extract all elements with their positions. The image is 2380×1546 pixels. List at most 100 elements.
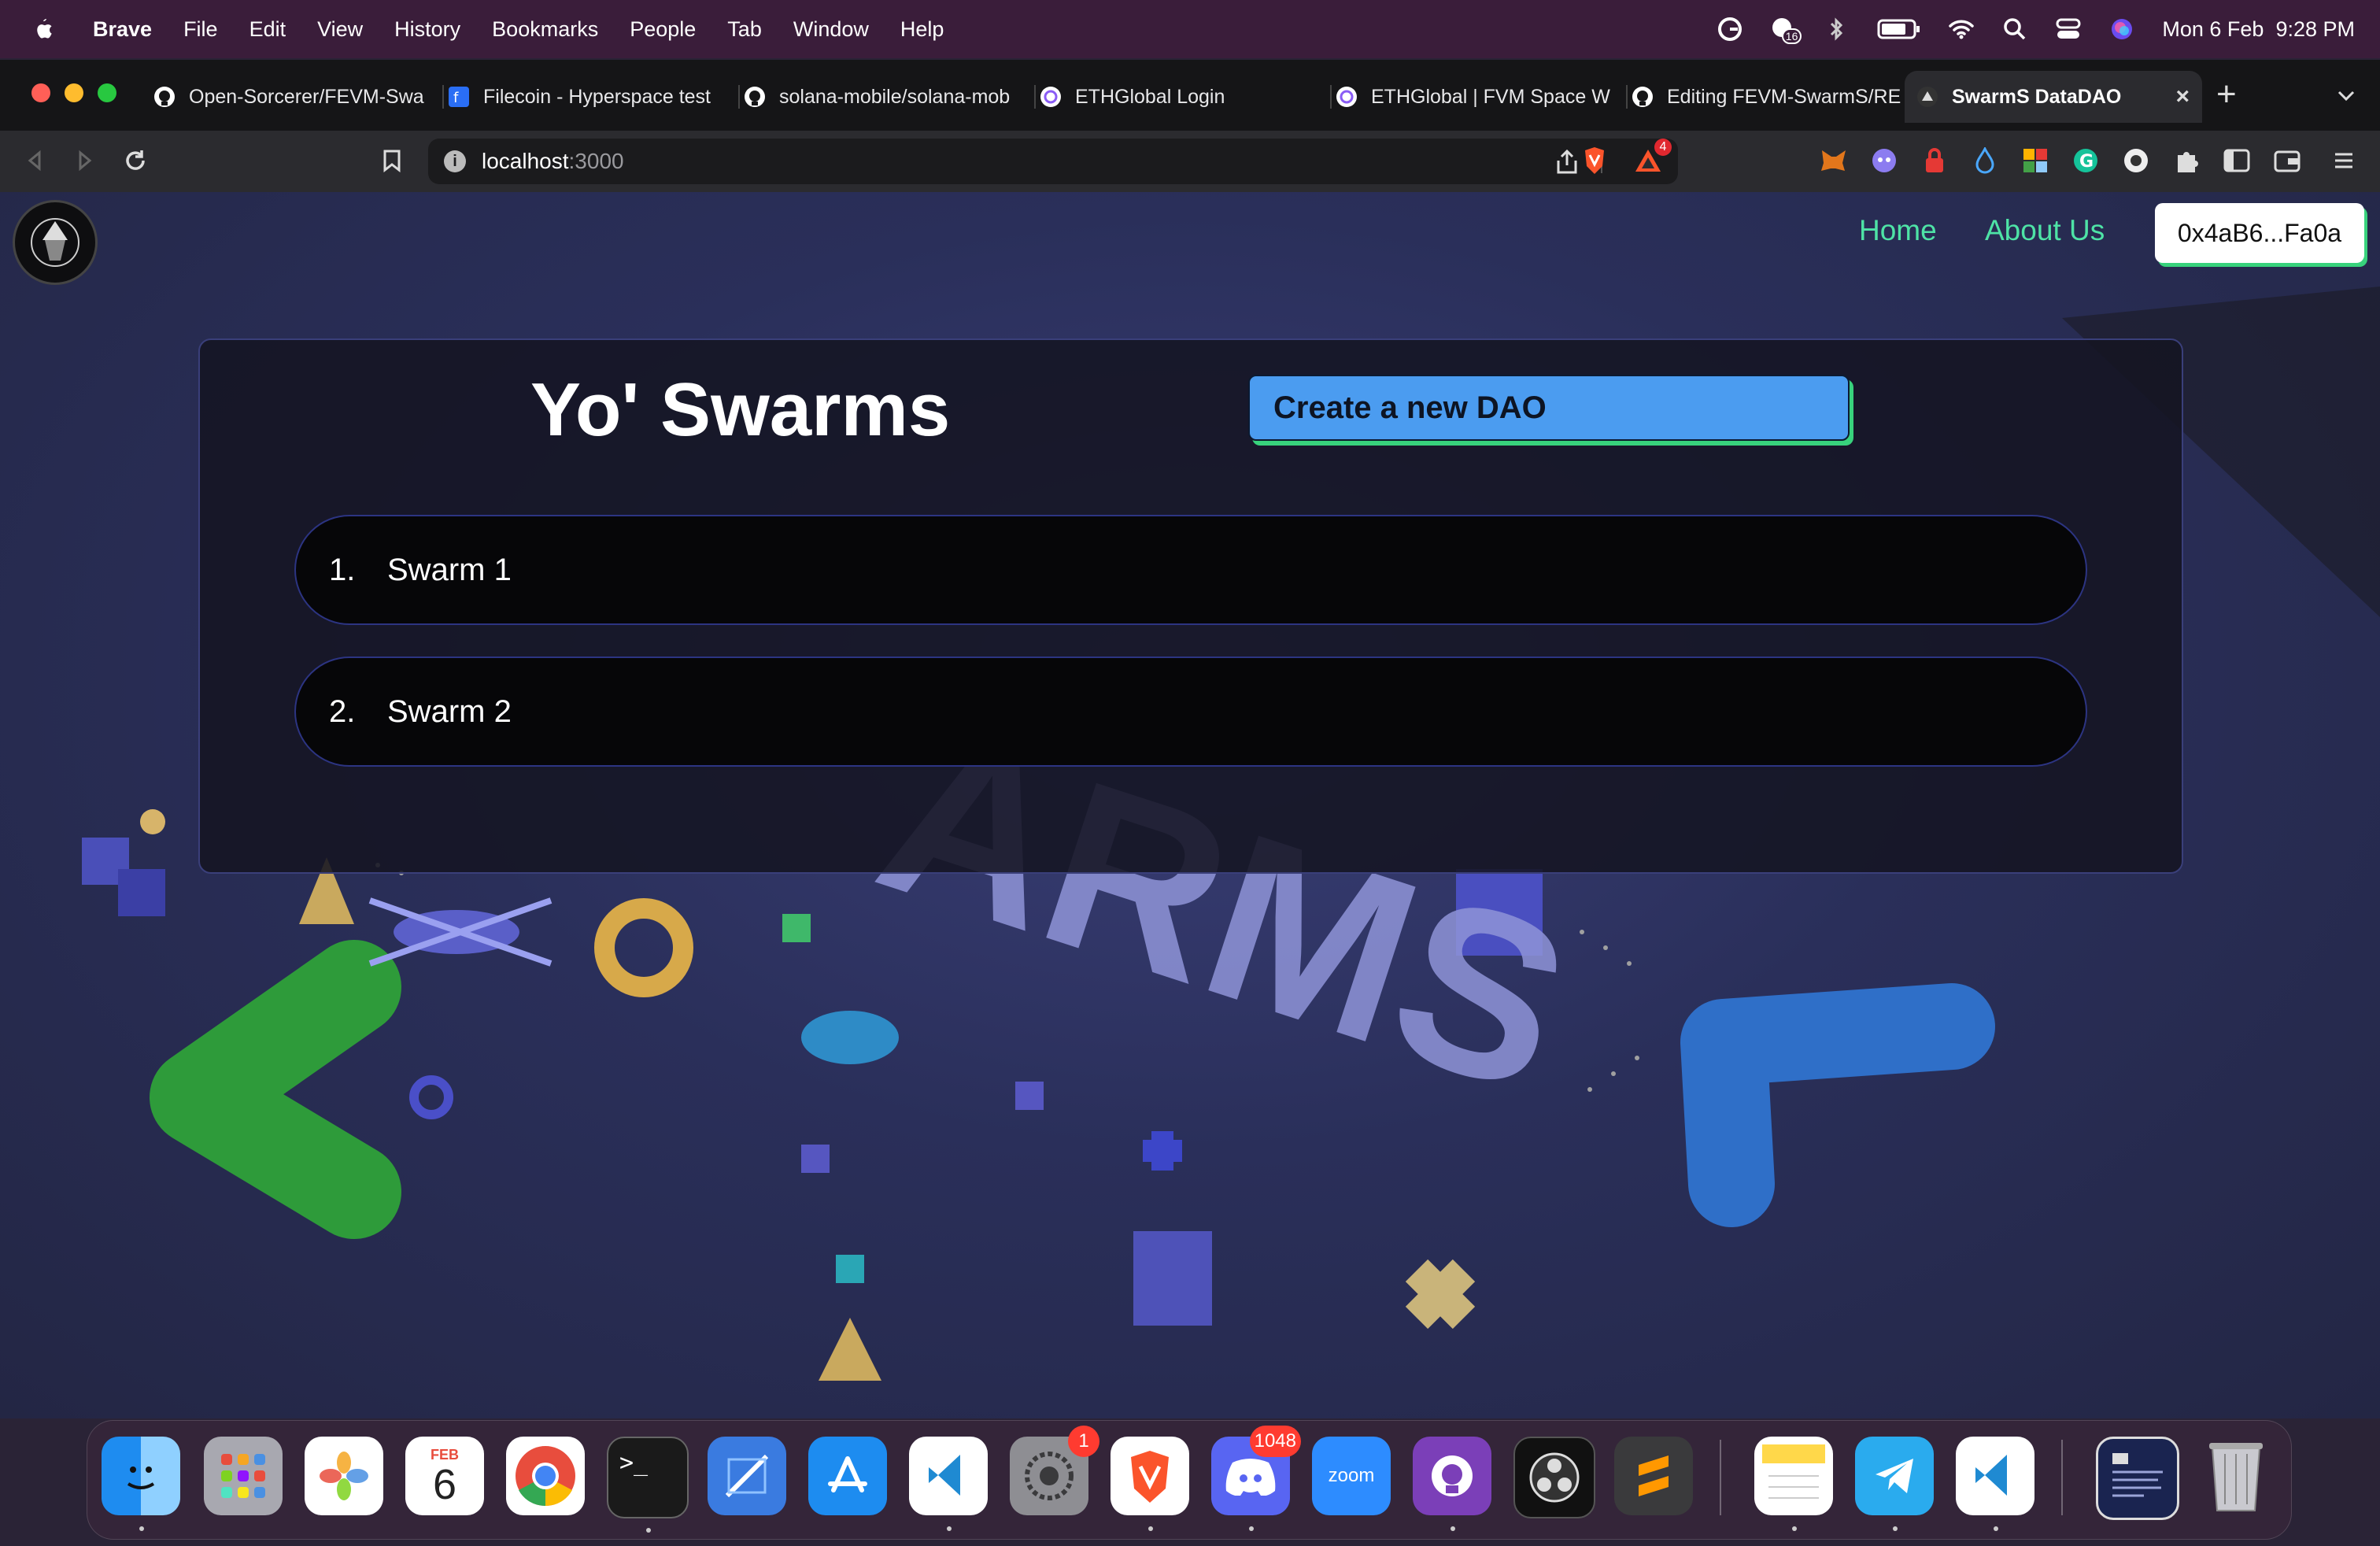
- battery-icon[interactable]: [1877, 16, 1921, 43]
- obs-icon[interactable]: [1513, 1437, 1595, 1518]
- swarms-card: Yo' Swarms Create a new DAO 1. Swarm 1 2…: [198, 338, 2183, 874]
- menu-app-brave[interactable]: Brave: [93, 17, 152, 42]
- app-store-icon[interactable]: [808, 1437, 887, 1515]
- list-item-label: Swarm 1: [387, 552, 512, 587]
- zoom-icon[interactable]: zoom: [1312, 1437, 1391, 1515]
- brave-rewards-icon[interactable]: 4: [1632, 139, 1672, 176]
- discord-icon[interactable]: 1048: [1211, 1426, 1301, 1531]
- xcode-icon[interactable]: [708, 1437, 786, 1515]
- menu-people[interactable]: People: [630, 17, 696, 42]
- menu-tab[interactable]: Tab: [727, 17, 762, 42]
- recent-document-thumbnail[interactable]: [2096, 1437, 2179, 1520]
- menu-edit[interactable]: Edit: [249, 17, 286, 42]
- tab-solana-mobile[interactable]: solana-mobile/solana-mob: [732, 71, 1036, 123]
- brave-shields-icon[interactable]: [1579, 145, 1610, 176]
- menubar-clock[interactable]: Mon 6 Feb 9:28 PM: [2162, 17, 2355, 42]
- extensions-puzzle-icon[interactable]: [2171, 145, 2202, 176]
- bluetooth-icon[interactable]: [1824, 16, 1850, 43]
- zoom-window-button[interactable]: [98, 83, 116, 102]
- record-extension-icon[interactable]: [2120, 145, 2152, 176]
- nav-home-link[interactable]: Home: [1859, 214, 1937, 247]
- menu-file[interactable]: File: [183, 17, 218, 42]
- tab-ethglobal-login[interactable]: ETHGlobal Login: [1028, 71, 1332, 123]
- dock-separator: [1720, 1440, 1721, 1515]
- discord-badge: 1048: [1249, 1426, 1301, 1457]
- menu-hamburger-icon[interactable]: [2328, 145, 2360, 176]
- create-dao-button[interactable]: Create a new DAO: [1248, 375, 1850, 441]
- address-bar[interactable]: i localhost :3000: [428, 139, 1678, 184]
- spotlight-search-icon[interactable]: [2001, 16, 2028, 43]
- list-item[interactable]: 2. Swarm 2: [294, 656, 2087, 767]
- finder-icon[interactable]: [102, 1437, 180, 1531]
- chrome-icon[interactable]: [506, 1437, 585, 1515]
- vpn-status-icon[interactable]: 16: [1770, 16, 1802, 44]
- trash-icon[interactable]: [2197, 1437, 2275, 1515]
- forward-button[interactable]: [69, 145, 101, 176]
- svg-text:f: f: [453, 90, 459, 106]
- tab-swarms-datadao[interactable]: SwarmS DataDAO ×: [1905, 71, 2202, 123]
- siri-icon[interactable]: [2108, 16, 2135, 43]
- new-tab-button[interactable]: +: [2216, 77, 2237, 112]
- menu-view[interactable]: View: [317, 17, 363, 42]
- github-icon: [153, 85, 176, 109]
- photos-icon[interactable]: [305, 1437, 383, 1515]
- wallet-icon[interactable]: [2271, 145, 2303, 176]
- dock-separator: [2061, 1440, 2063, 1515]
- github-desktop-icon[interactable]: [1413, 1437, 1491, 1531]
- vscode-insiders-icon[interactable]: [1956, 1437, 2034, 1531]
- back-button[interactable]: [19, 145, 50, 176]
- menu-help[interactable]: Help: [900, 17, 944, 42]
- drop-extension-icon[interactable]: [1969, 145, 2001, 176]
- apple-icon[interactable]: [31, 17, 54, 42]
- tab-filecoin[interactable]: f Filecoin - Hyperspace test: [436, 71, 740, 123]
- menu-bookmarks[interactable]: Bookmarks: [492, 17, 598, 42]
- notes-icon[interactable]: [1754, 1437, 1833, 1531]
- list-item-number: 2.: [329, 693, 356, 729]
- share-icon[interactable]: [1555, 149, 1579, 179]
- bookmark-icon[interactable]: [376, 145, 408, 176]
- tab-editing-fevm[interactable]: Editing FEVM-SwarmS/RE: [1620, 71, 1916, 123]
- list-item[interactable]: 1. Swarm 1: [294, 515, 2087, 625]
- vscode-icon[interactable]: [909, 1437, 988, 1531]
- control-center-icon[interactable]: [2055, 16, 2082, 43]
- sublime-text-icon[interactable]: [1614, 1437, 1693, 1515]
- url-port: :3000: [568, 149, 624, 173]
- wifi-icon[interactable]: [1948, 16, 1975, 43]
- brave-browser-icon[interactable]: [1111, 1437, 1189, 1531]
- calendar-icon[interactable]: FEB 6: [405, 1437, 484, 1515]
- ghost-extension-icon[interactable]: [1868, 145, 1900, 176]
- list-item-number: 1.: [329, 552, 356, 587]
- wallet-address-button[interactable]: 0x4aB6...Fa0a: [2155, 203, 2364, 263]
- telegram-icon[interactable]: [1855, 1437, 1934, 1531]
- url-host: localhost: [482, 149, 569, 173]
- grammarly-extension-icon[interactable]: G: [2070, 145, 2101, 176]
- site-logo[interactable]: [13, 200, 98, 285]
- system-settings-icon[interactable]: 1: [1010, 1426, 1099, 1515]
- tab-search-chevron-icon[interactable]: [2334, 83, 2358, 111]
- menu-window[interactable]: Window: [793, 17, 869, 42]
- tab-label: Filecoin - Hyperspace test: [483, 85, 711, 108]
- page-viewport: ARMS Home About Us 0x4aB6...Fa0a Yo' Swa…: [0, 192, 2380, 1418]
- site-info-icon[interactable]: i: [444, 150, 466, 172]
- menu-history[interactable]: History: [394, 17, 460, 42]
- minimize-window-button[interactable]: [65, 83, 83, 102]
- terminal-icon[interactable]: >_: [607, 1437, 689, 1533]
- close-tab-icon[interactable]: ×: [2175, 83, 2190, 110]
- tab-ethglobal-fvm[interactable]: ETHGlobal | FVM Space W: [1324, 71, 1628, 123]
- lock-extension-icon[interactable]: [1919, 145, 1950, 176]
- page-title: Yo' Swarms: [530, 368, 951, 452]
- tab-open-sorcerer[interactable]: Open-Sorcerer/FEVM-Swa: [142, 71, 444, 123]
- github-icon: [1631, 85, 1654, 109]
- swarms-icon: [1916, 85, 1939, 109]
- reload-button[interactable]: [120, 145, 151, 176]
- metamask-extension-icon[interactable]: [1818, 145, 1850, 176]
- svg-text:G: G: [2079, 152, 2094, 172]
- nav-about-link[interactable]: About Us: [1985, 214, 2105, 247]
- sidebar-toggle-icon[interactable]: [2221, 145, 2252, 176]
- ethglobal-icon: [1335, 85, 1358, 109]
- launchpad-icon[interactable]: [204, 1437, 283, 1515]
- close-window-button[interactable]: [31, 83, 50, 102]
- grammarly-status-icon[interactable]: [1717, 16, 1743, 43]
- tab-label: SwarmS DataDAO: [1952, 85, 2122, 108]
- colorful-extension-icon[interactable]: [2020, 145, 2051, 176]
